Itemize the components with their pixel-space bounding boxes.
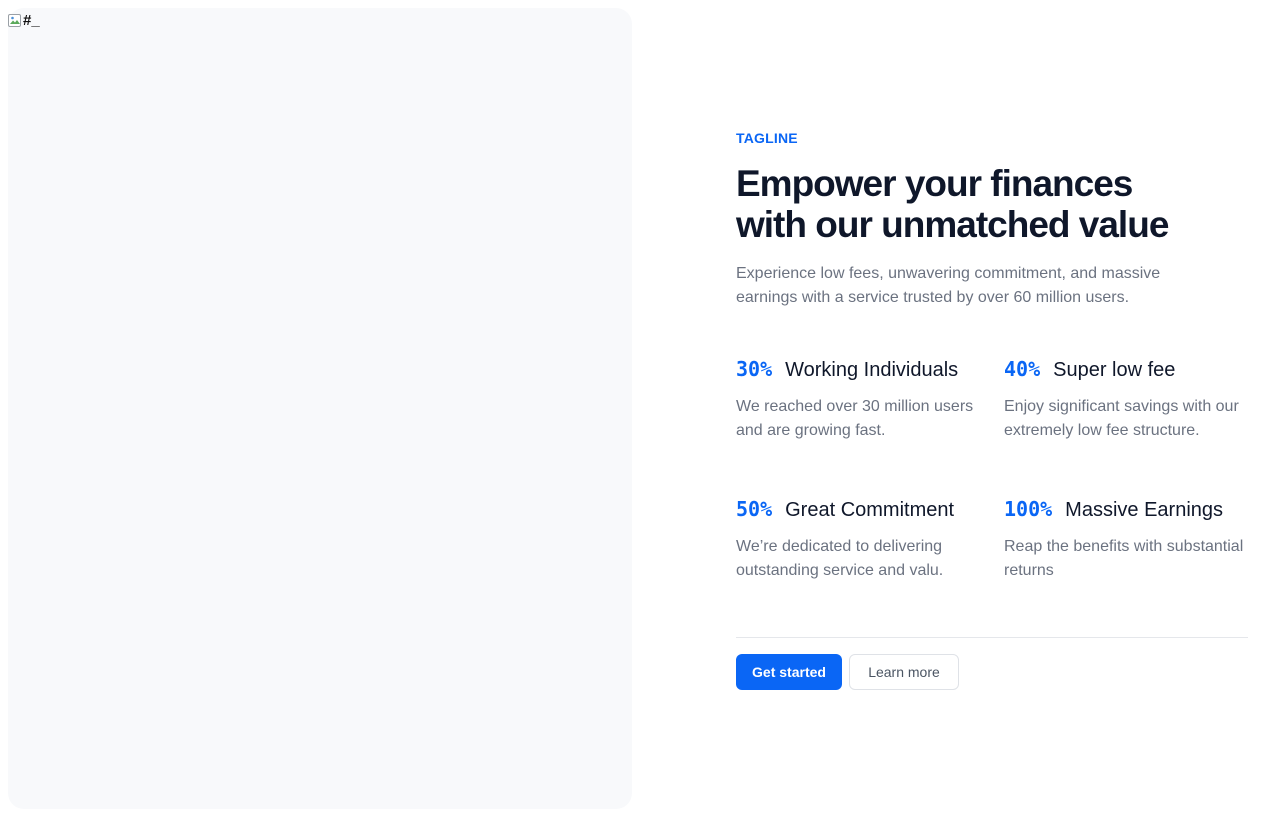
- stat-great-commitment: 50% Great Commitment We’re dedicated to …: [736, 497, 986, 583]
- page: #_ TAGLINE Empower your finances with ou…: [0, 0, 1280, 818]
- stat-heading: 30% Working Individuals: [736, 357, 986, 382]
- broken-image-placeholder: #_: [8, 12, 40, 29]
- stat-massive-earnings: 100% Massive Earnings Reap the benefits …: [1004, 497, 1254, 583]
- get-started-button[interactable]: Get started: [736, 654, 842, 690]
- stat-heading: 100% Massive Earnings: [1004, 497, 1254, 522]
- headline-line-2: with our unmatched value: [736, 204, 1169, 245]
- stat-description: We reached over 30 million users and are…: [736, 398, 974, 439]
- stat-super-low-fee: 40% Super low fee Enjoy significant savi…: [1004, 357, 1254, 443]
- stat-title: Working Individuals: [785, 359, 959, 381]
- stat-percent: 50%: [736, 497, 773, 521]
- tagline: TAGLINE: [736, 130, 798, 146]
- stat-percent: 30%: [736, 357, 773, 381]
- stat-description: We’re dedicated to delivering outstandin…: [736, 538, 944, 579]
- page-title: Empower your finances with our unmatched…: [736, 163, 1256, 245]
- stat-description: Enjoy significant savings with our extre…: [1004, 398, 1239, 439]
- stat-title: Great Commitment: [785, 499, 955, 521]
- stat-title: Super low fee: [1053, 359, 1176, 381]
- learn-more-button[interactable]: Learn more: [849, 654, 959, 690]
- headline-line-1: Empower your finances: [736, 163, 1133, 204]
- stat-heading: 40% Super low fee: [1004, 357, 1254, 382]
- broken-image-icon: [8, 13, 22, 28]
- hero-subtitle: Experience low fees, unwavering commitme…: [736, 265, 1161, 306]
- image-alt-text: #_: [23, 12, 40, 29]
- stat-description: Reap the benefits with substantial retur…: [1004, 538, 1244, 579]
- stat-percent: 100%: [1004, 497, 1053, 521]
- hero-image: #_: [8, 8, 632, 809]
- divider: [736, 637, 1248, 638]
- stat-title: Massive Earnings: [1065, 499, 1224, 521]
- stat-working-individuals: 30% Working Individuals We reached over …: [736, 357, 986, 443]
- stat-heading: 50% Great Commitment: [736, 497, 986, 522]
- stat-percent: 40%: [1004, 357, 1041, 381]
